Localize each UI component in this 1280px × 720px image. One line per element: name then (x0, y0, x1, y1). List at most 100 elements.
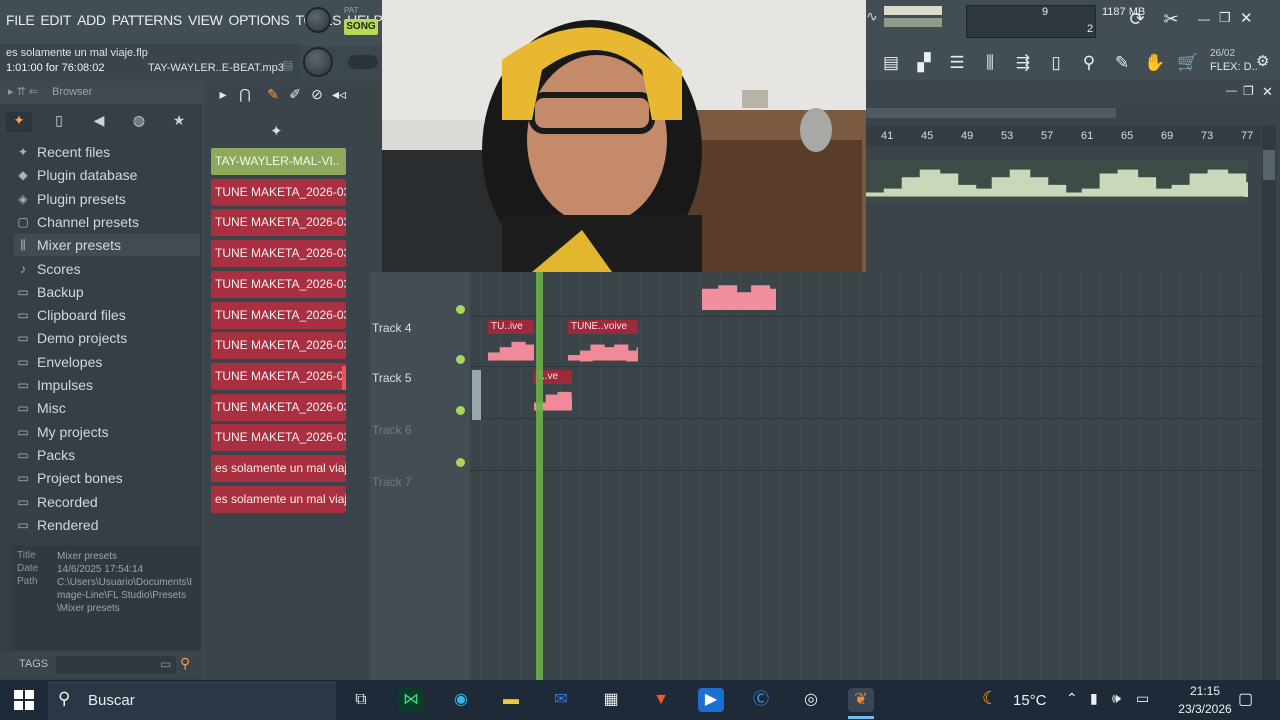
minimize-icon[interactable]: — (1198, 12, 1210, 26)
song-mode-button[interactable]: SONG (344, 19, 378, 35)
mute-icon[interactable]: ◂◃ (330, 85, 348, 103)
network-icon[interactable]: ▭ (1136, 690, 1149, 707)
speaker-tab-icon[interactable]: ◀ (86, 112, 112, 132)
menu-options[interactable]: OPTIONS (229, 12, 290, 28)
chevron-up-icon[interactable]: ⌃ (1066, 690, 1078, 707)
ccleaner-icon[interactable]: Ⓒ (748, 688, 774, 712)
scroll-thumb[interactable] (1263, 150, 1275, 180)
clip-track4-a[interactable]: TU..ive (488, 320, 534, 334)
browser-item[interactable]: ▭ Project bones (14, 467, 200, 489)
taskbar-time[interactable]: 21:15 (1178, 684, 1232, 698)
browser-item[interactable]: ▭ Backup (14, 281, 200, 303)
file-explorer-icon[interactable]: ▬ (498, 688, 524, 712)
track-3-mute-led[interactable] (456, 305, 465, 314)
browser-item[interactable]: ▭ Clipboard files (14, 304, 200, 326)
browser-item[interactable]: ▭ Misc (14, 397, 200, 419)
tags-input[interactable] (56, 656, 176, 674)
task-view-icon[interactable]: ⧉ (348, 688, 374, 712)
track-4-mute-led[interactable] (456, 355, 465, 364)
weather-moon-icon[interactable]: ☾ (982, 688, 998, 709)
browser-item[interactable]: ✦ Recent files (14, 141, 200, 163)
browser-item[interactable]: ⫼ Mixer presets (14, 234, 200, 257)
store-icon[interactable]: ▦ (598, 688, 624, 712)
pl-maximize-icon[interactable]: ❐ (1243, 84, 1254, 98)
browser-item[interactable]: ♪ Scores (14, 258, 200, 280)
waveform-icon[interactable]: ✦ (270, 122, 283, 140)
track-6-label[interactable]: Track 6 (372, 423, 412, 437)
mixer-icon[interactable]: ⫼ (977, 50, 1003, 76)
outlook-icon[interactable]: ✉ (548, 688, 574, 712)
sample-item[interactable]: TUNE MAKETA_2026-03-.. (211, 362, 346, 390)
routing-icon[interactable]: ⇶ (1010, 50, 1036, 76)
obs-icon[interactable]: ◎ (798, 688, 824, 712)
piano-roll-icon[interactable]: ▞ (911, 50, 937, 76)
toggle-switch[interactable] (348, 55, 378, 69)
sample-item[interactable]: TUNE MAKETA_2026-03-.. (211, 393, 346, 421)
sample-item[interactable]: es solamente un mal viaj.. (211, 485, 346, 513)
sample-item[interactable]: TUNE MAKETA_2026-03-.. (211, 209, 346, 237)
browser-item[interactable]: ◆ Plugin database (14, 164, 200, 186)
plugin-icon[interactable]: ⚲ (1076, 50, 1102, 76)
master-volume-knob[interactable] (305, 7, 331, 33)
windows-start-icon[interactable] (14, 690, 34, 710)
playlist-icon[interactable]: ▤ (878, 50, 904, 76)
sample-item[interactable]: TUNE MAKETA_2026-03-.. (211, 270, 346, 298)
taskbar-date[interactable]: 23/3/2026 (1178, 702, 1232, 716)
sample-item[interactable]: TUNE MAKETA_2026-03-.. (211, 301, 346, 329)
pencil-icon[interactable]: ✎ (264, 85, 282, 103)
browser-item[interactable]: ◈ Plugin presets (14, 188, 200, 210)
maximize-icon[interactable]: ❐ (1219, 10, 1231, 26)
folder-icon[interactable]: ▭ (160, 657, 171, 671)
fl-studio-icon[interactable]: ❦ (848, 688, 874, 712)
plugin-tab-icon[interactable]: ◍ (126, 112, 152, 132)
magnet-icon[interactable]: ⋂ (236, 85, 254, 103)
capcut-icon[interactable]: ⋈ (398, 688, 424, 712)
pl-minimize-icon[interactable]: — (1226, 85, 1237, 97)
sample-item[interactable]: TUNE MAKETA_2026-03-.. (211, 424, 346, 452)
news-title[interactable]: FLEX: D.. (1210, 61, 1258, 73)
search-icon[interactable]: ⚲ (180, 655, 190, 672)
browser-item[interactable]: ▭ Recorded (14, 491, 200, 513)
current-project-tab-icon[interactable]: ▯ (46, 112, 72, 132)
sample-item[interactable]: TUNE MAKETA_2026-03-.. (211, 332, 346, 360)
sample-item[interactable]: TUNE MAKETA_2026-03-.. (211, 178, 346, 206)
playhead[interactable] (536, 272, 543, 680)
menu-edit[interactable]: EDIT (40, 12, 71, 28)
sample-item[interactable]: TUNE MAKETA_2026-03-.. (211, 240, 346, 268)
microphone-icon[interactable]: ▮ (1090, 690, 1098, 707)
pen-icon[interactable]: ✎ (1109, 50, 1135, 76)
close-icon[interactable]: ✕ (1240, 9, 1253, 27)
vertical-scrollbar[interactable] (1262, 126, 1276, 680)
track-7-label[interactable]: Track 7 (372, 475, 412, 489)
menu-add[interactable]: ADD (77, 12, 106, 28)
track-5-mute-led[interactable] (456, 406, 465, 415)
browser-item[interactable]: ▭ Impulses (14, 374, 200, 396)
menu-patterns[interactable]: PATTERNS (112, 12, 183, 28)
track-4-label[interactable]: Track 4 (372, 321, 412, 335)
shop-icon[interactable]: 🛒 (1175, 50, 1201, 76)
file-icon[interactable]: ▯ (1043, 50, 1069, 76)
channel-rack-icon[interactable]: ☰ (944, 50, 970, 76)
browser-item[interactable]: ▭ Rendered (14, 514, 200, 536)
browser-item[interactable]: ▭ My projects (14, 421, 200, 443)
weather-temperature[interactable]: 15°C (1013, 692, 1047, 709)
browser-nav-icon[interactable]: ▸ ⇈ ⇐ (8, 85, 38, 98)
browser-item[interactable]: ▢ Channel presets (14, 211, 200, 233)
notifications-icon[interactable]: ▢ (1238, 689, 1253, 709)
play-icon[interactable]: ▸ (214, 85, 232, 103)
sample-item[interactable]: TAY-WAYLER-MAL-VI.. (211, 148, 346, 175)
favorites-tab-icon[interactable]: ★ (166, 112, 192, 132)
menu-file[interactable]: FILE (6, 12, 35, 28)
track-5-selector[interactable] (472, 370, 481, 420)
browser-item[interactable]: ▭ Packs (14, 444, 200, 466)
paint-icon[interactable]: ✐ (286, 85, 304, 103)
pl-close-icon[interactable]: ✕ (1262, 84, 1273, 100)
settings-icon[interactable]: ⚙ (1256, 52, 1269, 70)
brave-icon[interactable]: ▼ (648, 688, 674, 712)
track-6-mute-led[interactable] (456, 458, 465, 467)
horizontal-scrollbar[interactable] (866, 108, 1116, 118)
menu-view[interactable]: VIEW (188, 12, 223, 28)
track-3-clip-waveform[interactable]: ▆▇▅▇▆▇▇▆▇▅ (702, 282, 776, 314)
browser-item[interactable]: ▭ Demo projects (14, 327, 200, 349)
edge-icon[interactable]: ◉ (448, 688, 474, 712)
